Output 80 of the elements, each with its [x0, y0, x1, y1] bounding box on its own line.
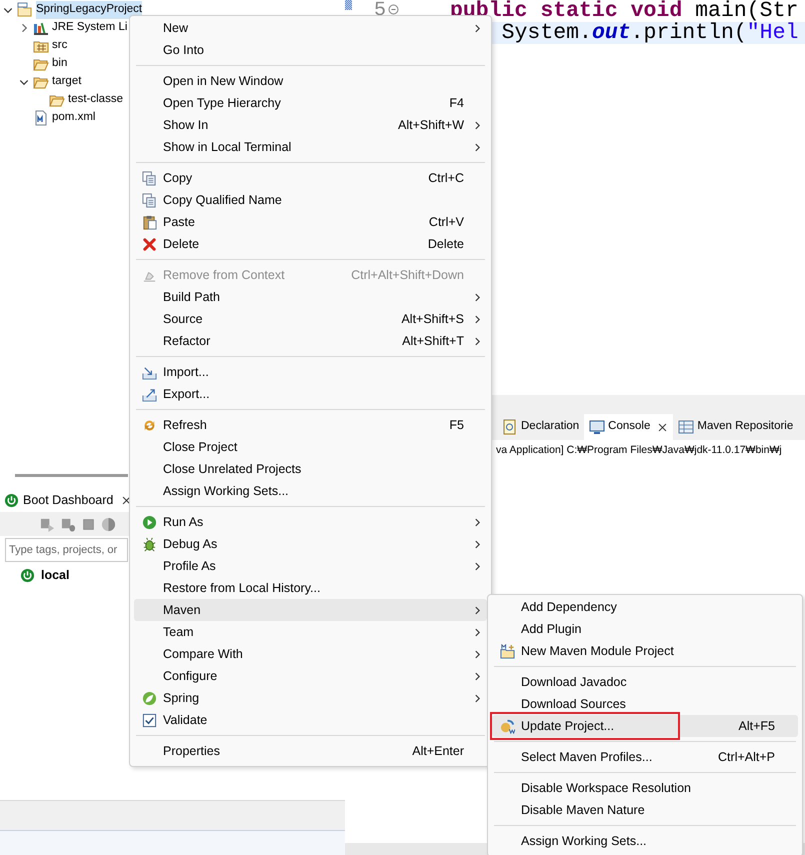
- menu-item[interactable]: Delete Delete: [134, 233, 487, 255]
- menu-item[interactable]: Debug As: [134, 533, 487, 555]
- menu-item[interactable]: Source Alt+Shift+S: [134, 308, 487, 330]
- menu-item[interactable]: Maven: [134, 599, 487, 621]
- menu-item[interactable]: Export...: [134, 383, 487, 405]
- play-icon: [142, 514, 156, 530]
- menu-item[interactable]: Copy Ctrl+C: [134, 167, 487, 189]
- menu-item[interactable]: Add Plugin: [492, 618, 798, 640]
- tree-item[interactable]: bin: [52, 55, 68, 73]
- menu-item[interactable]: Download Sources: [492, 693, 798, 715]
- update-icon: [500, 718, 514, 734]
- stop-icon[interactable]: [82, 518, 95, 530]
- copy-icon: [142, 170, 156, 186]
- export-icon: [142, 386, 156, 402]
- tree-item[interactable]: SpringLegacyProject: [36, 1, 142, 19]
- menu-item[interactable]: Configure: [134, 665, 487, 687]
- menu-item[interactable]: Team: [134, 621, 487, 643]
- xml-file-icon: [33, 110, 49, 126]
- checkbox-icon: [142, 712, 156, 728]
- menu-item[interactable]: Close Project: [134, 436, 487, 458]
- tree-item[interactable]: src: [52, 37, 68, 55]
- annotation-marker: [345, 0, 352, 10]
- tab-title[interactable]: Boot Dashboard: [23, 490, 114, 510]
- tree-item[interactable]: target: [52, 73, 82, 91]
- menu-item[interactable]: Build Path: [134, 286, 487, 308]
- menu-item[interactable]: Refactor Alt+Shift+T: [134, 330, 487, 352]
- menu-item[interactable]: Download Javadoc: [492, 671, 798, 693]
- fold-icon[interactable]: [388, 4, 400, 15]
- view-tab[interactable]: Declaration: [497, 414, 584, 440]
- menu-item[interactable]: Add Dependency: [492, 596, 798, 618]
- tree-item[interactable]: JRE System Li: [52, 19, 128, 37]
- clipboard-icon: [142, 214, 156, 230]
- menu-item[interactable]: Close Unrelated Projects: [134, 458, 487, 480]
- view-tab[interactable]: Console: [584, 414, 674, 440]
- menu-item[interactable]: Restore from Local History...: [134, 577, 487, 599]
- console-output: va Application] C:₩Program Files₩Java₩jdk-11.0.17₩bin₩j: [496, 443, 783, 458]
- menu-item[interactable]: Profile As: [134, 555, 487, 577]
- menu-item[interactable]: Assign Working Sets...: [492, 830, 798, 852]
- copy-icon: [142, 192, 156, 208]
- menu-item[interactable]: Open in New Window: [134, 70, 487, 92]
- sash-handle[interactable]: [15, 474, 128, 476]
- menu-item[interactable]: Show in Local Terminal: [134, 136, 487, 158]
- menu-item[interactable]: Refresh F5: [134, 414, 487, 436]
- menu-item[interactable]: Show In Alt+Shift+W: [134, 114, 487, 136]
- dashboard-item[interactable]: local: [41, 566, 70, 584]
- repository-icon: [678, 419, 694, 435]
- folder-icon: [500, 644, 514, 658]
- console-icon: [589, 419, 606, 435]
- debug-start-icon[interactable]: [61, 516, 76, 532]
- delete-icon: [142, 236, 156, 252]
- menu-item[interactable]: Assign Working Sets...: [134, 480, 487, 502]
- project-folder-icon: [17, 2, 33, 18]
- menu-item[interactable]: Copy Qualified Name: [134, 189, 487, 211]
- menu-item[interactable]: Open Type Hierarchy F4: [134, 92, 487, 114]
- open-console-icon[interactable]: [101, 516, 116, 532]
- menu-item[interactable]: Disable Workspace Resolution: [492, 777, 798, 799]
- search-field[interactable]: Type tags, projects, or: [5, 538, 128, 562]
- menu-item[interactable]: Import...: [134, 361, 487, 383]
- menu-item[interactable]: Properties Alt+Enter: [134, 740, 487, 762]
- start-icon[interactable]: [40, 516, 55, 532]
- menu-item[interactable]: Update Project... Alt+F5: [492, 715, 798, 737]
- tree-item[interactable]: pom.xml: [52, 109, 96, 127]
- declaration-icon: [502, 419, 518, 435]
- menu-item[interactable]: Disable Maven Nature: [492, 799, 798, 821]
- menu-item[interactable]: Spring: [134, 687, 487, 709]
- leaf-icon: [142, 690, 156, 706]
- power-icon: [20, 568, 35, 582]
- bug-icon: [142, 536, 156, 552]
- menu-item[interactable]: Select Maven Profiles... Ctrl+Alt+P: [492, 746, 798, 768]
- view-tab[interactable]: Maven Repositorie: [673, 414, 798, 440]
- menu-item[interactable]: Run As: [134, 511, 487, 533]
- menu-item[interactable]: Validate: [134, 709, 487, 731]
- menu-item[interactable]: Compare With: [134, 643, 487, 665]
- menu-item[interactable]: Paste Ctrl+V: [134, 211, 487, 233]
- power-icon: [4, 492, 19, 508]
- menu-item[interactable]: New Maven Module Project: [492, 640, 798, 662]
- refresh-icon: [142, 418, 156, 432]
- library-icon: [33, 20, 49, 36]
- tree-item[interactable]: test-classe: [68, 91, 123, 109]
- import-icon: [142, 364, 156, 380]
